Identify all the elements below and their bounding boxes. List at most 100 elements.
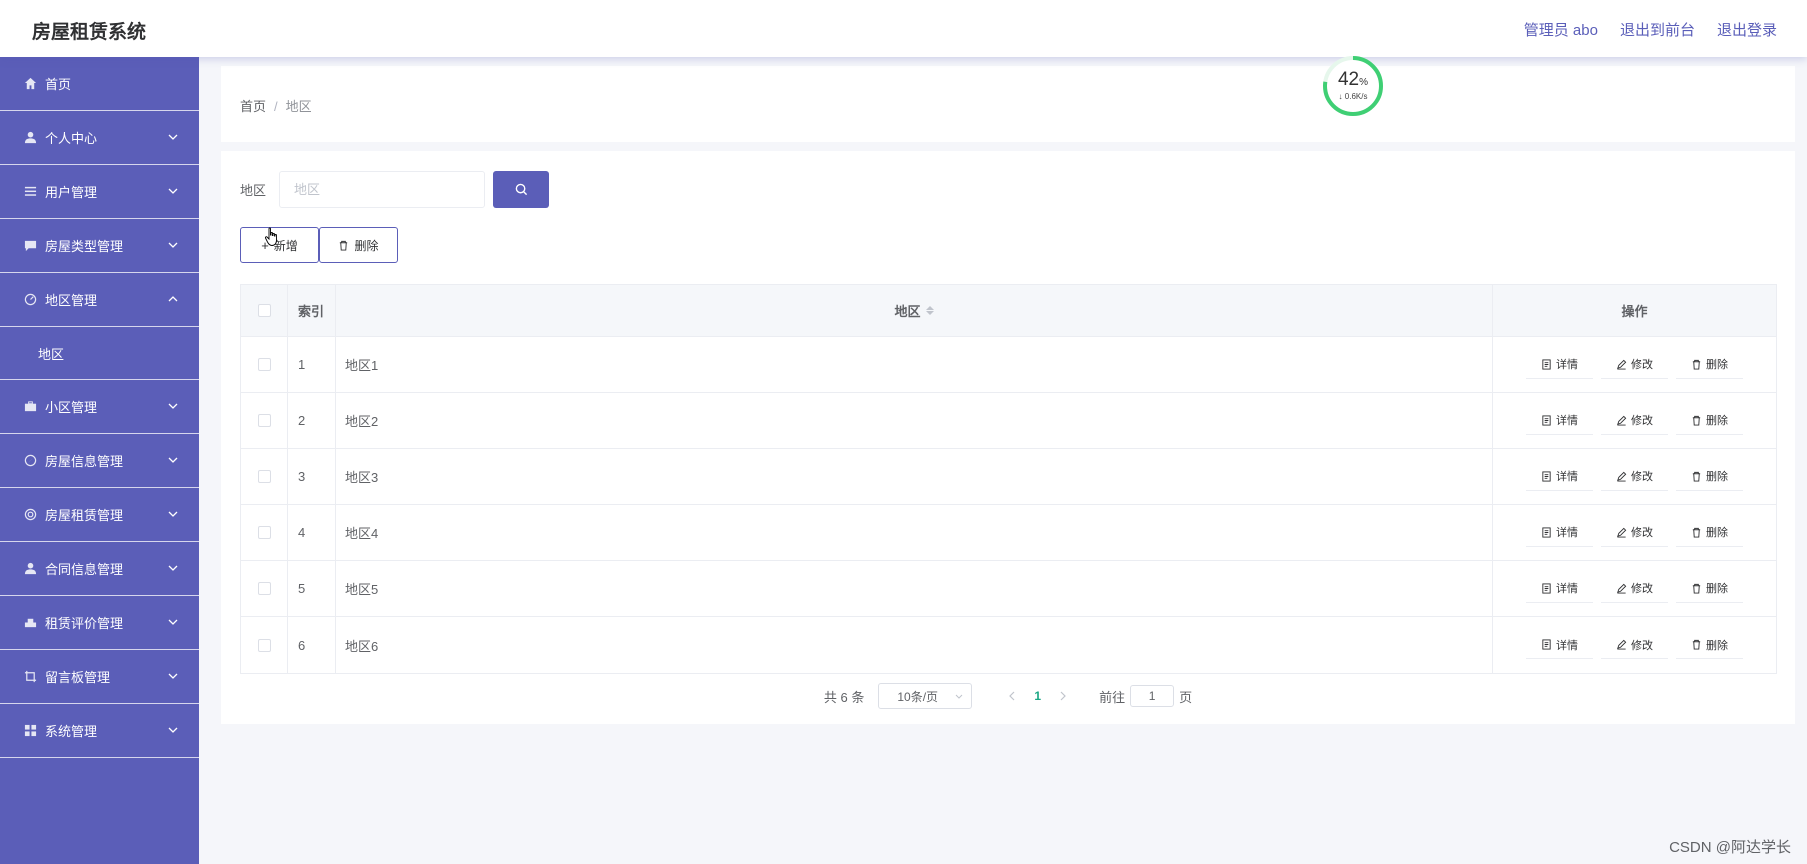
delete-label: 删除 bbox=[1706, 583, 1728, 595]
breadcrumb-card: 首页 / 地区 bbox=[221, 66, 1795, 142]
detail-label: 详情 bbox=[1556, 639, 1578, 652]
sidebar-item-area-management[interactable]: 地区管理 bbox=[0, 273, 199, 327]
detail-button[interactable]: 详情 bbox=[1526, 406, 1593, 435]
chevron-left-icon bbox=[1009, 691, 1015, 701]
edit-button[interactable]: 修改 bbox=[1601, 462, 1668, 491]
row-area: 地区1 bbox=[336, 337, 1493, 392]
page-size-select[interactable]: 10条/页 bbox=[878, 683, 973, 709]
search-button[interactable] bbox=[493, 171, 549, 208]
row-checkbox[interactable] bbox=[257, 470, 271, 483]
row-area: 地区3 bbox=[336, 449, 1493, 504]
detail-button[interactable]: 详情 bbox=[1526, 518, 1593, 547]
compass-icon bbox=[23, 454, 37, 468]
delete-button[interactable]: 删除 bbox=[1676, 518, 1743, 547]
user-icon bbox=[23, 131, 37, 145]
select-all-cell bbox=[241, 285, 288, 336]
sidebar-item-community-management[interactable]: 小区管理 bbox=[0, 380, 199, 434]
briefcase-icon bbox=[23, 400, 37, 414]
goto-page-input[interactable] bbox=[1130, 685, 1175, 707]
chevron-down-icon bbox=[168, 727, 178, 733]
table-row: 5 地区5 详情 修改 删除 bbox=[241, 561, 1776, 617]
edit-button[interactable]: 修改 bbox=[1601, 350, 1668, 379]
edit-button[interactable]: 修改 bbox=[1601, 631, 1668, 659]
row-ops: 详情 修改 删除 bbox=[1493, 561, 1776, 616]
delete-button[interactable]: 删除 bbox=[1676, 406, 1743, 435]
sidebar-item-message-board-management[interactable]: 留言板管理 bbox=[0, 650, 199, 704]
table-row: 1 地区1 详情 修改 删除 bbox=[241, 337, 1776, 393]
next-page-button[interactable] bbox=[1057, 690, 1069, 702]
sidebar-subitem-area[interactable]: 地区 bbox=[0, 327, 199, 380]
network-speed-meter[interactable]: 42% ↓ 0.6K/s bbox=[1322, 55, 1384, 117]
sidebar-item-personal-center[interactable]: 个人中心 bbox=[0, 111, 199, 165]
sidebar-item-house-type-management[interactable]: 房屋类型管理 bbox=[0, 219, 199, 273]
detail-button[interactable]: 详情 bbox=[1526, 350, 1593, 379]
admin-name-link[interactable]: 管理员 abo bbox=[1524, 19, 1598, 40]
row-check-cell bbox=[241, 561, 288, 616]
home-icon bbox=[23, 77, 37, 91]
detail-label: 详情 bbox=[1556, 359, 1578, 371]
row-checkbox[interactable] bbox=[257, 414, 271, 427]
detail-icon bbox=[1541, 470, 1552, 482]
row-check-cell bbox=[241, 505, 288, 560]
sidebar-subitem-label: 地区 bbox=[38, 346, 65, 362]
hand-cursor-icon bbox=[264, 227, 277, 246]
row-checkbox[interactable] bbox=[257, 358, 271, 371]
detail-icon bbox=[1541, 358, 1552, 370]
row-index: 5 bbox=[288, 561, 336, 616]
page-number-current[interactable]: 1 bbox=[1034, 689, 1041, 703]
edit-icon bbox=[1616, 583, 1627, 594]
detail-button[interactable]: 详情 bbox=[1526, 462, 1593, 491]
delete-button[interactable]: 删除 bbox=[1676, 462, 1743, 491]
delete-button[interactable]: 删除 bbox=[1676, 350, 1743, 379]
watermark: CSDN @阿达学长 bbox=[1669, 839, 1791, 856]
delete-button[interactable]: 删除 bbox=[1676, 631, 1743, 659]
sidebar-item-label: 房屋类型管理 bbox=[45, 239, 124, 254]
sidebar-item-contract-management[interactable]: 合同信息管理 bbox=[0, 542, 199, 596]
sidebar-item-user-management[interactable]: 用户管理 bbox=[0, 165, 199, 219]
edit-button[interactable]: 修改 bbox=[1601, 518, 1668, 547]
select-all-checkbox[interactable] bbox=[257, 304, 271, 317]
detail-button[interactable]: 详情 bbox=[1526, 631, 1593, 659]
header-area[interactable]: 地区 bbox=[336, 285, 1493, 336]
area-search-input[interactable] bbox=[279, 171, 485, 208]
edit-icon bbox=[1616, 527, 1627, 538]
edit-label: 修改 bbox=[1631, 359, 1653, 371]
chevron-right-icon bbox=[1060, 691, 1066, 701]
table-row: 3 地区3 详情 修改 删除 bbox=[241, 449, 1776, 505]
row-ops: 详情 修改 删除 bbox=[1493, 617, 1776, 673]
batch-delete-button[interactable]: 删除 bbox=[319, 227, 398, 263]
row-checkbox[interactable] bbox=[257, 526, 271, 539]
detail-icon bbox=[1541, 414, 1552, 426]
prev-page-button[interactable] bbox=[1006, 690, 1018, 702]
chevron-down-icon bbox=[168, 242, 178, 248]
sidebar-item-house-info-management[interactable]: 房屋信息管理 bbox=[0, 434, 199, 488]
row-checkbox[interactable] bbox=[257, 638, 271, 652]
detail-icon bbox=[1541, 526, 1552, 538]
sidebar-item-system-management[interactable]: 系统管理 bbox=[0, 704, 199, 758]
breadcrumb-home[interactable]: 首页 bbox=[240, 99, 266, 114]
edit-button[interactable]: 修改 bbox=[1601, 574, 1668, 603]
logout-link[interactable]: 退出登录 bbox=[1717, 19, 1777, 40]
delete-button[interactable]: 删除 bbox=[1676, 574, 1743, 603]
sidebar-item-home[interactable]: 首页 bbox=[0, 57, 199, 111]
gauge-icon bbox=[23, 293, 37, 307]
sort-icon[interactable] bbox=[925, 306, 934, 315]
sidebar-item-label: 首页 bbox=[45, 77, 72, 92]
edit-button[interactable]: 修改 bbox=[1601, 406, 1668, 435]
row-index: 1 bbox=[288, 337, 336, 392]
sidebar-item-house-rental-management[interactable]: 房屋租赁管理 bbox=[0, 488, 199, 542]
sidebar-item-rental-review-management[interactable]: 租赁评价管理 bbox=[0, 596, 199, 650]
search-label: 地区 bbox=[240, 183, 267, 198]
back-to-front-link[interactable]: 退出到前台 bbox=[1620, 19, 1695, 40]
header-index: 索引 bbox=[288, 285, 336, 336]
crop-icon bbox=[23, 670, 37, 684]
detail-button[interactable]: 详情 bbox=[1526, 574, 1593, 603]
detail-label: 详情 bbox=[1556, 583, 1578, 595]
target-icon bbox=[23, 508, 37, 522]
breadcrumb: 首页 / 地区 bbox=[240, 96, 312, 115]
edit-icon bbox=[1616, 471, 1627, 482]
table-header: 索引 地区 操作 bbox=[241, 285, 1776, 337]
row-checkbox[interactable] bbox=[257, 582, 271, 595]
header-ops: 操作 bbox=[1621, 304, 1648, 319]
pagination-total: 共 6 条 bbox=[823, 689, 865, 705]
